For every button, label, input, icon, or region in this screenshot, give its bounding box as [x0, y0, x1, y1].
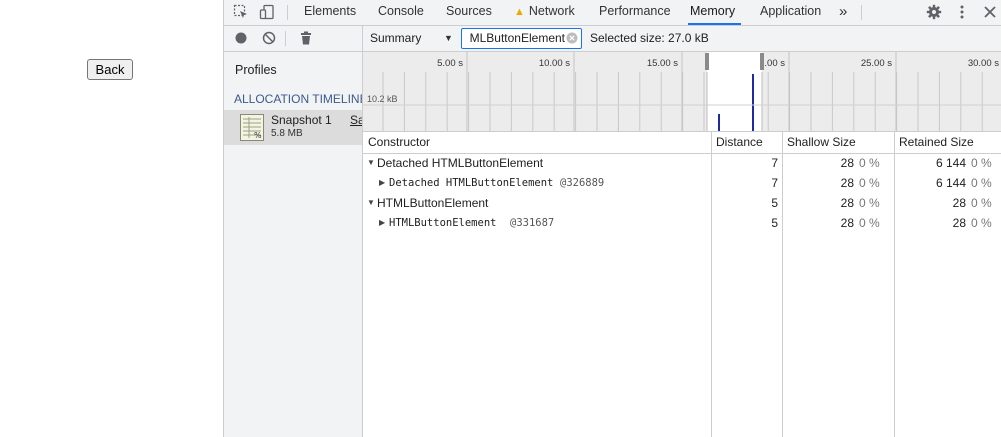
snapshot-name: Snapshot 1	[271, 113, 332, 127]
inspected-page: Back	[0, 0, 223, 437]
retained-percent: 0 %	[971, 176, 992, 190]
view-select-value: Summary	[370, 31, 422, 45]
retained-size-value: 28	[952, 216, 966, 230]
allocation-timelines-section-title: ALLOCATION TIMELINES	[234, 92, 363, 106]
table-row[interactable]: ▶ Detached HTMLButtonElement @326889 7 28 0 %…	[363, 173, 1001, 193]
tab-label: Performance	[599, 4, 671, 18]
close-devtools-icon[interactable]	[980, 3, 1000, 21]
settings-gear-icon[interactable]	[924, 3, 944, 21]
more-tabs-button[interactable]: »	[839, 0, 847, 25]
devtools-tab-bar: Elements Console Sources ▲ Network Performanc…	[224, 0, 1001, 26]
timeline-tick-label: 5.00 s	[437, 58, 463, 69]
tab-console[interactable]: Console	[378, 0, 424, 25]
constructor-name: Detached HTMLButtonElement	[377, 156, 544, 170]
devtools-panel: Elements Console Sources ▲ Network Performanc…	[223, 0, 1001, 437]
tab-label: Application	[760, 4, 822, 18]
timeline-tick-label: 15.00 s	[647, 58, 678, 69]
retained-size-value: 28	[952, 196, 966, 210]
tab-label: Elements	[304, 4, 357, 18]
shallow-percent: 0 %	[859, 196, 880, 210]
constructor-name: HTMLButtonElement	[377, 196, 489, 210]
retained-percent: 0 %	[971, 216, 992, 230]
timeline-tick-label: 30.00 s	[968, 58, 999, 69]
tab-label: Console	[378, 4, 424, 18]
timeline-tick-label: 10.00 s	[539, 58, 570, 69]
constructor-name: Detached HTMLButtonElement	[389, 177, 554, 189]
tab-network[interactable]: ▲ Network	[514, 0, 575, 25]
distance-value: 7	[771, 176, 778, 190]
retained-size-value: 6 144	[935, 156, 966, 170]
object-id: @331687	[510, 217, 555, 229]
window-left-handle	[705, 53, 709, 70]
more-options-kebab-icon[interactable]	[952, 3, 972, 21]
distance-value: 7	[771, 156, 778, 170]
view-select[interactable]: Summary ▼	[370, 26, 456, 51]
selected-size-label: Selected size: 27.0 kB	[590, 31, 709, 45]
expand-triangle-down-icon[interactable]: ▼	[367, 153, 375, 173]
allocation-bar	[752, 74, 754, 131]
heap-summary-grid: Constructor Distance Shallow Size Retain…	[363, 132, 1001, 437]
distance-value: 5	[771, 196, 778, 210]
retained-percent: 0 %	[971, 156, 992, 170]
shallow-percent: 0 %	[859, 176, 880, 190]
expand-triangle-right-icon[interactable]: ▶	[379, 213, 385, 233]
clear-filter-icon[interactable]	[566, 32, 578, 44]
memory-toolbar: Summary ▼ MLButtonElement Selected size:…	[224, 26, 1001, 52]
retained-size-column-header[interactable]: Retained Size	[899, 132, 974, 152]
clear-icon[interactable]	[259, 29, 279, 47]
snapshot-size: 5.8 MB	[271, 128, 303, 139]
shallow-size-value: 28	[840, 216, 854, 230]
class-filter-value: MLButtonElement	[469, 31, 565, 45]
collect-garbage-trash-icon[interactable]	[296, 29, 316, 47]
grid-header: Constructor Distance Shallow Size Retain…	[363, 132, 1001, 154]
retained-percent: 0 %	[971, 196, 992, 210]
constructor-column-header[interactable]: Constructor	[368, 132, 430, 152]
snapshot-icon: %	[240, 114, 264, 141]
shallow-percent: 0 %	[859, 216, 880, 230]
profiles-sidebar: Profiles ALLOCATION TIMELINES % Snapshot…	[224, 52, 363, 437]
object-id: @326889	[560, 177, 605, 189]
table-row[interactable]: ▼ HTMLButtonElement 5 28 0 % 28 0 %	[363, 193, 1001, 213]
expand-triangle-down-icon[interactable]: ▼	[367, 193, 375, 213]
allocation-timeline-overview[interactable]: 5.00 s 10.00 s 15.00 s 20.00 s 25.00 s 30.00 …	[363, 52, 1001, 132]
distance-value: 5	[771, 216, 778, 230]
tab-elements[interactable]: Elements	[304, 0, 356, 25]
inspect-element-icon[interactable]	[231, 3, 251, 21]
device-toolbar-icon[interactable]	[257, 3, 277, 21]
snapshot-save-link[interactable]: Save	[350, 113, 362, 127]
table-row[interactable]: ▼ Detached HTMLButtonElement 7 28 0 % 6 144 0 …	[363, 153, 1001, 173]
back-button[interactable]: Back	[87, 59, 133, 80]
shallow-size-value: 28	[840, 196, 854, 210]
class-filter-input[interactable]: MLButtonElement	[461, 28, 582, 49]
tab-label: Sources	[446, 4, 492, 18]
record-icon[interactable]	[231, 29, 251, 47]
tab-sources[interactable]: Sources	[446, 0, 492, 25]
constructor-name: HTMLButtonElement	[389, 217, 497, 229]
svg-text:%: %	[254, 131, 262, 140]
profiles-heading: Profiles	[235, 63, 277, 77]
snapshot-1-item[interactable]: % Snapshot 1 Save 5.8 MB	[224, 110, 362, 145]
tab-label: Network	[528, 4, 575, 18]
shallow-percent: 0 %	[859, 156, 880, 170]
timeline-tick-label: 25.00 s	[861, 58, 892, 69]
allocation-bar	[718, 114, 720, 131]
tab-label: Memory	[690, 4, 736, 18]
retained-size-value: 6 144	[935, 176, 966, 190]
timeline-chart: 5.00 s 10.00 s 15.00 s 20.00 s 25.00 s 30.00 …	[363, 52, 1001, 131]
tab-memory[interactable]: Memory	[688, 0, 742, 25]
shallow-size-value: 28	[840, 176, 854, 190]
expand-triangle-right-icon[interactable]: ▶	[379, 173, 385, 193]
table-row[interactable]: ▶ HTMLButtonElement @331687 5 28 0 % 28 0 %	[363, 213, 1001, 233]
timeline-y-label: 10.2 kB	[367, 94, 398, 104]
tab-performance[interactable]: Performance	[599, 0, 671, 25]
distance-column-header[interactable]: Distance	[716, 132, 763, 152]
window-right-handle	[760, 53, 764, 70]
chevron-down-icon: ▼	[444, 33, 453, 43]
shallow-size-column-header[interactable]: Shallow Size	[787, 132, 856, 152]
shallow-size-value: 28	[840, 156, 854, 170]
tab-application[interactable]: Application	[760, 0, 821, 25]
warning-icon: ▲	[514, 6, 525, 18]
